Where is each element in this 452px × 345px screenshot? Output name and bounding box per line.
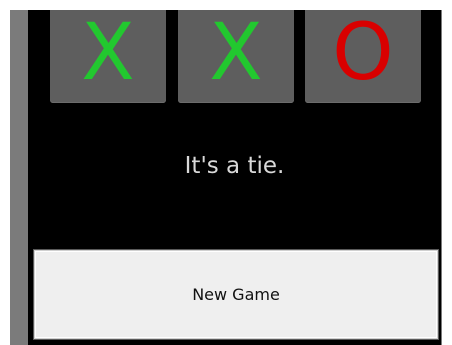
game-status-text: It's a tie. — [184, 153, 285, 179]
board-cell-top-middle[interactable]: X — [178, 10, 294, 103]
cell-mark-top-middle: X — [209, 10, 263, 98]
new-game-button[interactable]: New Game — [34, 250, 438, 339]
board-cell-top-right[interactable]: O — [305, 10, 421, 103]
cell-mark-top-right: O — [332, 10, 394, 98]
board-cell-top-left[interactable]: X — [50, 10, 166, 103]
game-screen: X X O It's a tie. New Game — [28, 10, 441, 345]
cell-mark-top-left: X — [81, 10, 135, 98]
app-frame: X X O It's a tie. New Game — [0, 0, 452, 345]
